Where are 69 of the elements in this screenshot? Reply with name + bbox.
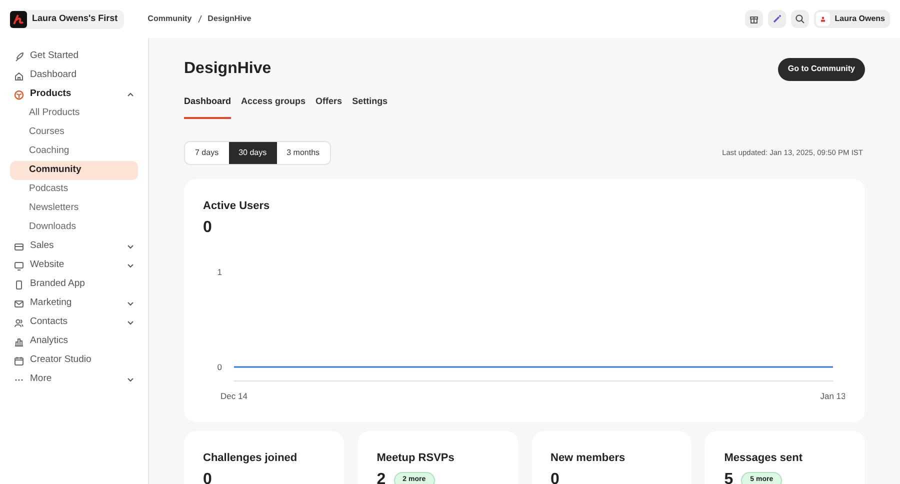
phone-icon bbox=[14, 280, 24, 290]
card-title: Active Users bbox=[203, 198, 271, 214]
breadcrumb-current: DesignHive bbox=[208, 13, 252, 25]
monitor-icon bbox=[14, 260, 24, 270]
workspace-switcher[interactable]: Laura Owens's First bbox=[10, 10, 124, 28]
chevron-icon bbox=[127, 263, 134, 268]
people-icon bbox=[14, 318, 24, 328]
stat-title: Messages sent bbox=[724, 450, 804, 466]
search-icon bbox=[794, 14, 805, 24]
chevron-icon bbox=[127, 92, 134, 97]
range-option[interactable]: 7 days bbox=[185, 142, 229, 164]
sidebar-item[interactable]: Dashboard bbox=[10, 66, 138, 85]
user-menu[interactable]: Laura Owens bbox=[814, 10, 890, 28]
x-tick-label: Dec 14 bbox=[220, 391, 248, 401]
bar-chart-icon bbox=[14, 336, 24, 346]
chevron-icon bbox=[127, 301, 134, 306]
sidebar-subitem[interactable]: All Products bbox=[10, 104, 138, 123]
stat-title: Meetup RSVPs bbox=[376, 450, 456, 466]
stat-title: Challenges joined bbox=[203, 450, 298, 466]
tab[interactable]: Access groups bbox=[241, 95, 306, 118]
sidebar-subitem[interactable]: Courses bbox=[10, 123, 138, 142]
calendar-icon bbox=[14, 356, 24, 366]
sidebar-subitem[interactable]: Coaching bbox=[10, 142, 138, 161]
card-value: 0 bbox=[203, 218, 213, 238]
page-title: DesignHive bbox=[184, 59, 272, 79]
stat-value: 0 bbox=[550, 472, 560, 484]
sidebar-item[interactable]: Marketing bbox=[10, 294, 138, 313]
card-icon bbox=[14, 242, 24, 252]
sidebar-subitem[interactable]: Podcasts bbox=[10, 180, 138, 199]
stat-title: New members bbox=[550, 450, 626, 466]
x-tick-label: Jan 13 bbox=[820, 391, 845, 401]
y-tick-label: 0 bbox=[217, 362, 222, 372]
range-option[interactable]: 30 days bbox=[228, 142, 277, 164]
tab[interactable]: Dashboard bbox=[184, 95, 232, 118]
sidebar-item[interactable]: Creator Studio bbox=[10, 351, 138, 370]
breadcrumb-separator-icon bbox=[198, 15, 202, 23]
stat-value: 2 bbox=[376, 472, 386, 484]
sidebar-item[interactable]: Contacts bbox=[10, 313, 138, 332]
search-button[interactable] bbox=[790, 10, 809, 28]
avatar-icon bbox=[816, 12, 830, 26]
sidebar-item[interactable]: Get Started bbox=[10, 47, 138, 66]
gift-button[interactable] bbox=[744, 10, 763, 28]
sidebar-item[interactable]: Products bbox=[10, 85, 138, 104]
sidebar-item[interactable]: More bbox=[10, 370, 138, 389]
logo-icon bbox=[10, 10, 27, 28]
sidebar-subitem[interactable]: Downloads bbox=[10, 218, 138, 237]
mail-icon bbox=[14, 298, 24, 308]
y-tick-label: 1 bbox=[217, 267, 222, 277]
magic-button[interactable] bbox=[768, 10, 786, 28]
sidebar-item[interactable]: Sales bbox=[10, 237, 138, 256]
sidebar-item[interactable]: Analytics bbox=[10, 332, 138, 351]
wand-icon bbox=[772, 14, 782, 24]
user-name: Laura Owens bbox=[834, 13, 885, 25]
chevron-icon bbox=[127, 320, 134, 325]
workspace-name: Laura Owens's First bbox=[32, 12, 118, 26]
chevron-icon bbox=[127, 377, 134, 382]
gift-icon bbox=[748, 14, 759, 24]
chevron-icon bbox=[127, 244, 134, 249]
tab[interactable]: Settings bbox=[352, 95, 388, 118]
go-to-community-button[interactable]: Go to Community bbox=[778, 58, 865, 80]
stat-value: 0 bbox=[203, 472, 212, 484]
sidebar-subitem[interactable]: Newsletters bbox=[10, 199, 138, 218]
range-option[interactable]: 3 months bbox=[276, 142, 330, 164]
sidebar-item[interactable]: Website bbox=[10, 256, 138, 275]
tab[interactable]: Offers bbox=[316, 95, 342, 118]
home-icon bbox=[14, 70, 24, 80]
sidebar-subitem[interactable]: Community bbox=[10, 161, 138, 180]
breadcrumb-link[interactable]: Community bbox=[148, 13, 192, 25]
sidebar-item[interactable]: Branded App bbox=[10, 275, 138, 294]
